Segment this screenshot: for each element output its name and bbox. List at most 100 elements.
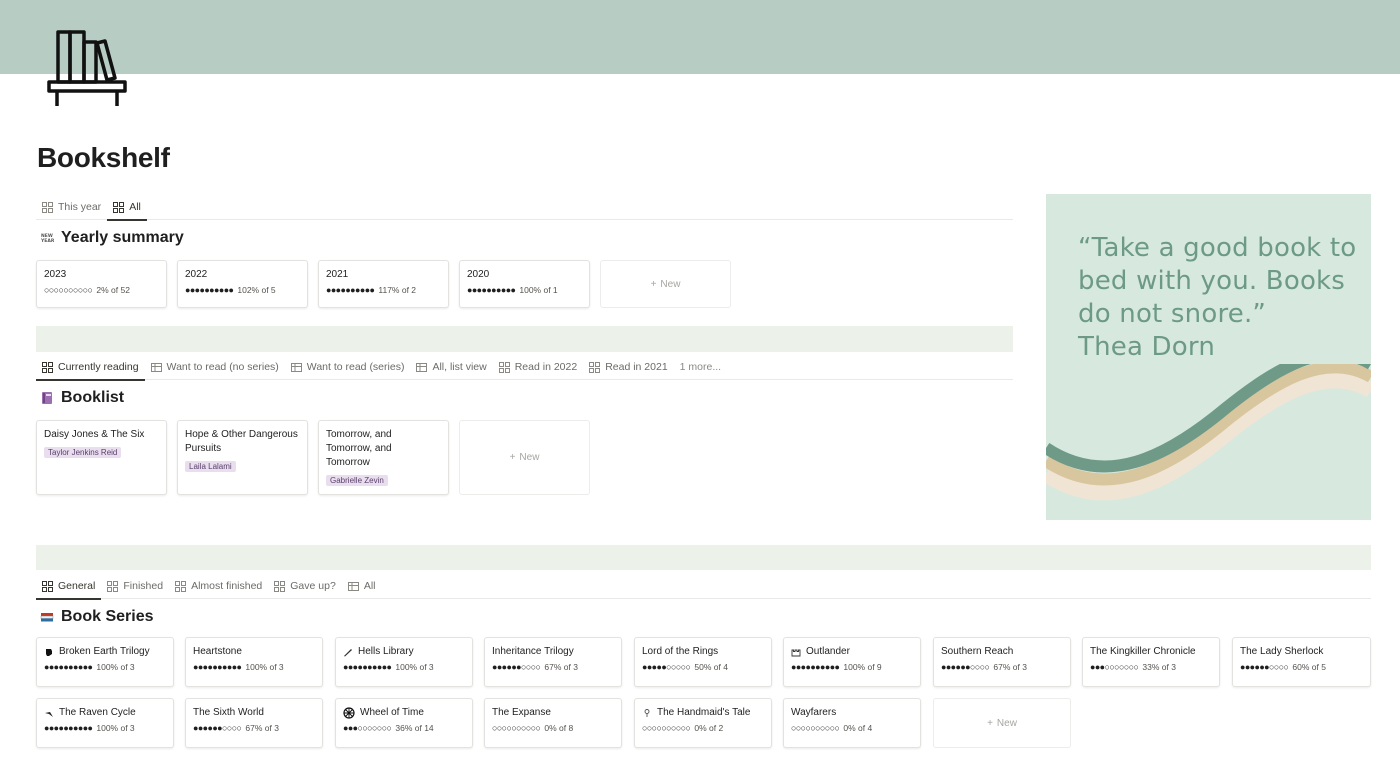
tab-this-year[interactable]: This year bbox=[36, 194, 107, 220]
tab-label: Want to read (no series) bbox=[166, 361, 279, 373]
series-card[interactable]: Wayfarers ○○○○○○○○○○ 0% of 4 bbox=[783, 698, 921, 748]
progress-text: 100% of 9 bbox=[843, 662, 882, 672]
year-label: 2020 bbox=[467, 269, 490, 280]
tab-finished[interactable]: Finished bbox=[101, 573, 169, 599]
progress-dots: ●●●●●●●●●● bbox=[193, 662, 242, 672]
tab-currently-reading[interactable]: Currently reading bbox=[36, 354, 145, 381]
progress-text: 100% of 3 bbox=[96, 723, 135, 733]
series-card[interactable]: The Expanse ○○○○○○○○○○ 0% of 8 bbox=[484, 698, 622, 748]
year-label: 2021 bbox=[326, 269, 349, 280]
progress: ●●●●●●●●●● 117% of 2 bbox=[319, 282, 448, 295]
tab-want-to-read-series[interactable]: Want to read (series) bbox=[285, 354, 411, 380]
new-year-icon: NEWYEAR bbox=[40, 233, 54, 244]
tab-gave-up[interactable]: Gave up? bbox=[268, 573, 342, 599]
progress-text: 60% of 5 bbox=[1292, 662, 1326, 672]
decorative-waves bbox=[1046, 364, 1371, 501]
book-card[interactable]: Tomorrow, and Tomorrow, and Tomorrow Gab… bbox=[318, 420, 449, 495]
series-title: The Handmaid's Tale bbox=[657, 707, 751, 718]
tab-read-in-2021[interactable]: Read in 2021 bbox=[583, 354, 673, 380]
svg-text:YEAR: YEAR bbox=[40, 238, 54, 244]
progress: ●●●●●●●●●● 102% of 5 bbox=[178, 282, 307, 295]
castle-icon bbox=[791, 649, 801, 657]
progress-text: 117% of 2 bbox=[378, 285, 417, 295]
progress-dots: ○○○○○○○○○○ bbox=[791, 723, 840, 733]
series-title: Wheel of Time bbox=[360, 707, 424, 718]
purple-book-icon bbox=[42, 392, 52, 404]
progress: ●●●●●●●●●● 100% of 3 bbox=[37, 659, 173, 672]
tab-want-to-read-no-series[interactable]: Want to read (no series) bbox=[145, 354, 285, 380]
author-tag: Laila Lalami bbox=[185, 461, 236, 472]
series-card[interactable]: The Sixth World ●●●●●●○○○○ 67% of 3 bbox=[185, 698, 323, 748]
gallery-icon bbox=[42, 201, 53, 213]
series-card[interactable]: Lord of the Rings ●●●●●○○○○○ 50% of 4 bbox=[634, 637, 772, 687]
new-year-card-button[interactable]: + New bbox=[600, 260, 731, 308]
raven-icon bbox=[45, 712, 53, 717]
series-card[interactable]: Wheel of Time ●●●○○○○○○○ 36% of 14 bbox=[335, 698, 473, 748]
booklist-view-tabs: Currently reading Want to read (no serie… bbox=[36, 354, 1013, 381]
book-card[interactable]: Hope & Other Dangerous Pursuits Laila La… bbox=[177, 420, 308, 495]
table-icon bbox=[416, 362, 428, 372]
series-card[interactable]: Inheritance Trilogy ●●●●●●○○○○ 67% of 3 bbox=[484, 637, 622, 687]
progress-dots: ●●●●●●●●●● bbox=[467, 285, 516, 295]
progress: ●●●●●●●●●● 100% of 1 bbox=[460, 282, 589, 295]
yearly-summary-heading: NEW YEAR Yearly summary bbox=[40, 229, 184, 247]
table-icon bbox=[347, 581, 359, 591]
progress-text: 100% of 1 bbox=[519, 285, 558, 295]
tab-all[interactable]: All bbox=[107, 194, 147, 221]
progress: ○○○○○○○○○○ 2% of 52 bbox=[37, 282, 166, 295]
progress-text: 67% of 3 bbox=[245, 723, 279, 733]
section-title: Yearly summary bbox=[61, 229, 184, 246]
progress-dots: ●●●●●●○○○○ bbox=[1240, 662, 1289, 672]
tab-all-list-view[interactable]: All, list view bbox=[410, 354, 492, 380]
new-book-card-button[interactable]: + New bbox=[459, 420, 590, 495]
year-card-2020[interactable]: 2020 ●●●●●●●●●● 100% of 1 bbox=[459, 260, 590, 308]
more-views-button[interactable]: 1 more... bbox=[674, 354, 727, 380]
table-icon bbox=[290, 362, 302, 372]
book-card[interactable]: Daisy Jones & The Six Taylor Jenkins Rei… bbox=[36, 420, 167, 495]
series-card[interactable]: Southern Reach ●●●●●●○○○○ 67% of 3 bbox=[933, 637, 1071, 687]
tab-almost-finished[interactable]: Almost finished bbox=[169, 573, 268, 599]
series-card[interactable]: Hells Library ●●●●●●●●●● 100% of 3 bbox=[335, 637, 473, 687]
new-series-card-button[interactable]: + New bbox=[933, 698, 1071, 748]
progress-text: 36% of 14 bbox=[395, 723, 434, 733]
progress-dots: ●●●●●●●●●● bbox=[185, 285, 234, 295]
tab-all-series[interactable]: All bbox=[342, 573, 382, 599]
progress-text: 0% of 8 bbox=[544, 723, 574, 733]
progress-text: 100% of 3 bbox=[96, 662, 135, 672]
progress: ●●●●●●○○○○ 67% of 3 bbox=[934, 659, 1070, 672]
year-card-2022[interactable]: 2022 ●●●●●●●●●● 102% of 5 bbox=[177, 260, 308, 308]
table-icon bbox=[150, 362, 162, 372]
gallery-icon bbox=[113, 201, 125, 213]
series-title: Broken Earth Trilogy bbox=[59, 646, 150, 657]
progress-dots: ●●●●●●●●●● bbox=[44, 662, 93, 672]
tab-label: Want to read (series) bbox=[306, 361, 405, 373]
series-card[interactable]: Outlander ●●●●●●●●●● 100% of 9 bbox=[783, 637, 921, 687]
year-card-2023[interactable]: 2023 ○○○○○○○○○○ 2% of 52 bbox=[36, 260, 167, 308]
progress-dots: ●●●●●●○○○○ bbox=[492, 662, 541, 672]
tab-read-in-2022[interactable]: Read in 2022 bbox=[493, 354, 583, 380]
gallery-icon bbox=[42, 361, 53, 373]
new-label: New bbox=[660, 278, 681, 290]
year-label: 2023 bbox=[44, 269, 67, 280]
year-card-2021[interactable]: 2021 ●●●●●●●●●● 117% of 2 bbox=[318, 260, 449, 308]
series-title: The Lady Sherlock bbox=[1240, 646, 1324, 657]
progress-dots: ●●●○○○○○○○ bbox=[343, 723, 392, 733]
progress: ●●●●●●○○○○ 60% of 5 bbox=[1233, 659, 1370, 672]
series-card[interactable]: Broken Earth Trilogy ●●●●●●●●●● 100% of 3 bbox=[36, 637, 174, 687]
progress-dots: ●●●●●●●●●● bbox=[343, 662, 392, 672]
series-card[interactable]: Heartstone ●●●●●●●●●● 100% of 3 bbox=[185, 637, 323, 687]
new-label: New bbox=[519, 452, 540, 463]
quote-text: “Take a good book to bed with you. Books… bbox=[1078, 232, 1358, 364]
tab-label: Read in 2022 bbox=[514, 361, 578, 373]
progress: ○○○○○○○○○○ 0% of 2 bbox=[635, 720, 771, 733]
tab-general[interactable]: General bbox=[36, 573, 102, 600]
progress-dots: ●●●●●●●●●● bbox=[791, 662, 840, 672]
series-card[interactable]: The Handmaid's Tale ○○○○○○○○○○ 0% of 2 bbox=[634, 698, 772, 748]
progress-dots: ●●●●●●●●●● bbox=[326, 285, 375, 295]
progress: ○○○○○○○○○○ 0% of 8 bbox=[485, 720, 621, 733]
series-card[interactable]: The Kingkiller Chronicle ●●●○○○○○○○ 33% o… bbox=[1082, 637, 1220, 687]
series-card[interactable]: The Raven Cycle ●●●●●●●●●● 100% of 3 bbox=[36, 698, 174, 748]
series-card[interactable]: The Lady Sherlock ●●●●●●○○○○ 60% of 5 bbox=[1232, 637, 1371, 687]
quote-author: Thea Dorn bbox=[1078, 332, 1215, 362]
tab-label: All, list view bbox=[432, 361, 487, 373]
